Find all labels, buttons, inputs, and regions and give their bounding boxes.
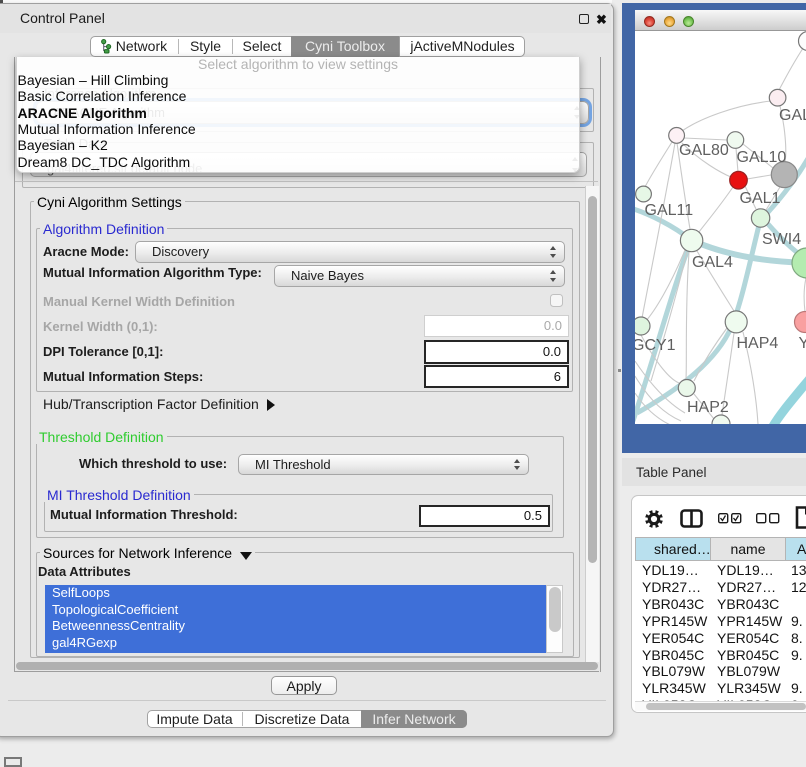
svg-text:GAL11: GAL11 [645,202,694,219]
svg-text:SWI4: SWI4 [762,231,801,248]
svg-text:GAL80: GAL80 [679,142,729,159]
svg-text:HAP2: HAP2 [687,399,729,416]
svg-text:GAL10: GAL10 [737,149,787,166]
svg-text:GAL7: GAL7 [779,107,806,124]
svg-text:GAL4: GAL4 [692,254,733,271]
svg-text:GAL1: GAL1 [740,190,781,207]
svg-text:Y: Y [799,335,806,352]
svg-text:HAP4: HAP4 [737,335,779,352]
svg-text:GCY1: GCY1 [635,337,676,354]
